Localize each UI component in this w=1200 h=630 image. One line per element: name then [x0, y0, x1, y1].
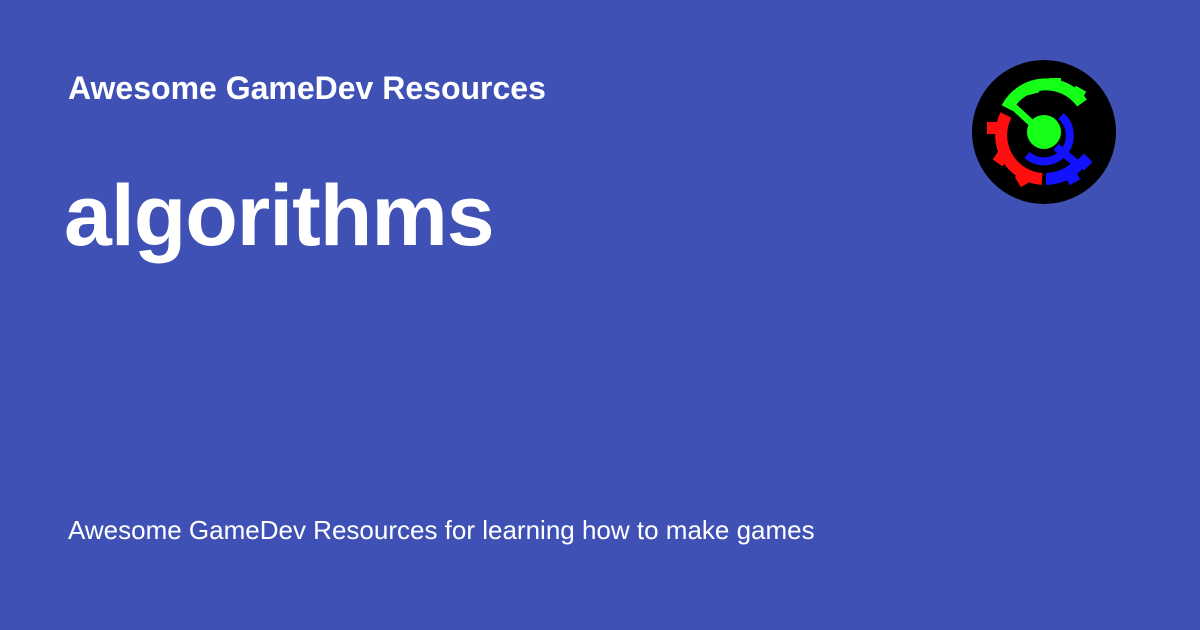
site-name: Awesome GameDev Resources — [68, 70, 546, 106]
logo-red-tooth — [987, 122, 999, 134]
logo-green-core — [1027, 115, 1061, 149]
social-card: Awesome GameDev Resources algorithms Awe… — [0, 0, 1200, 630]
logo-green-tooth — [1049, 78, 1061, 90]
gear-logo-icon — [972, 60, 1116, 204]
gear-logo-svg — [972, 60, 1116, 204]
page-description: Awesome GameDev Resources for learning h… — [68, 515, 815, 545]
page-title: algorithms — [64, 168, 495, 264]
